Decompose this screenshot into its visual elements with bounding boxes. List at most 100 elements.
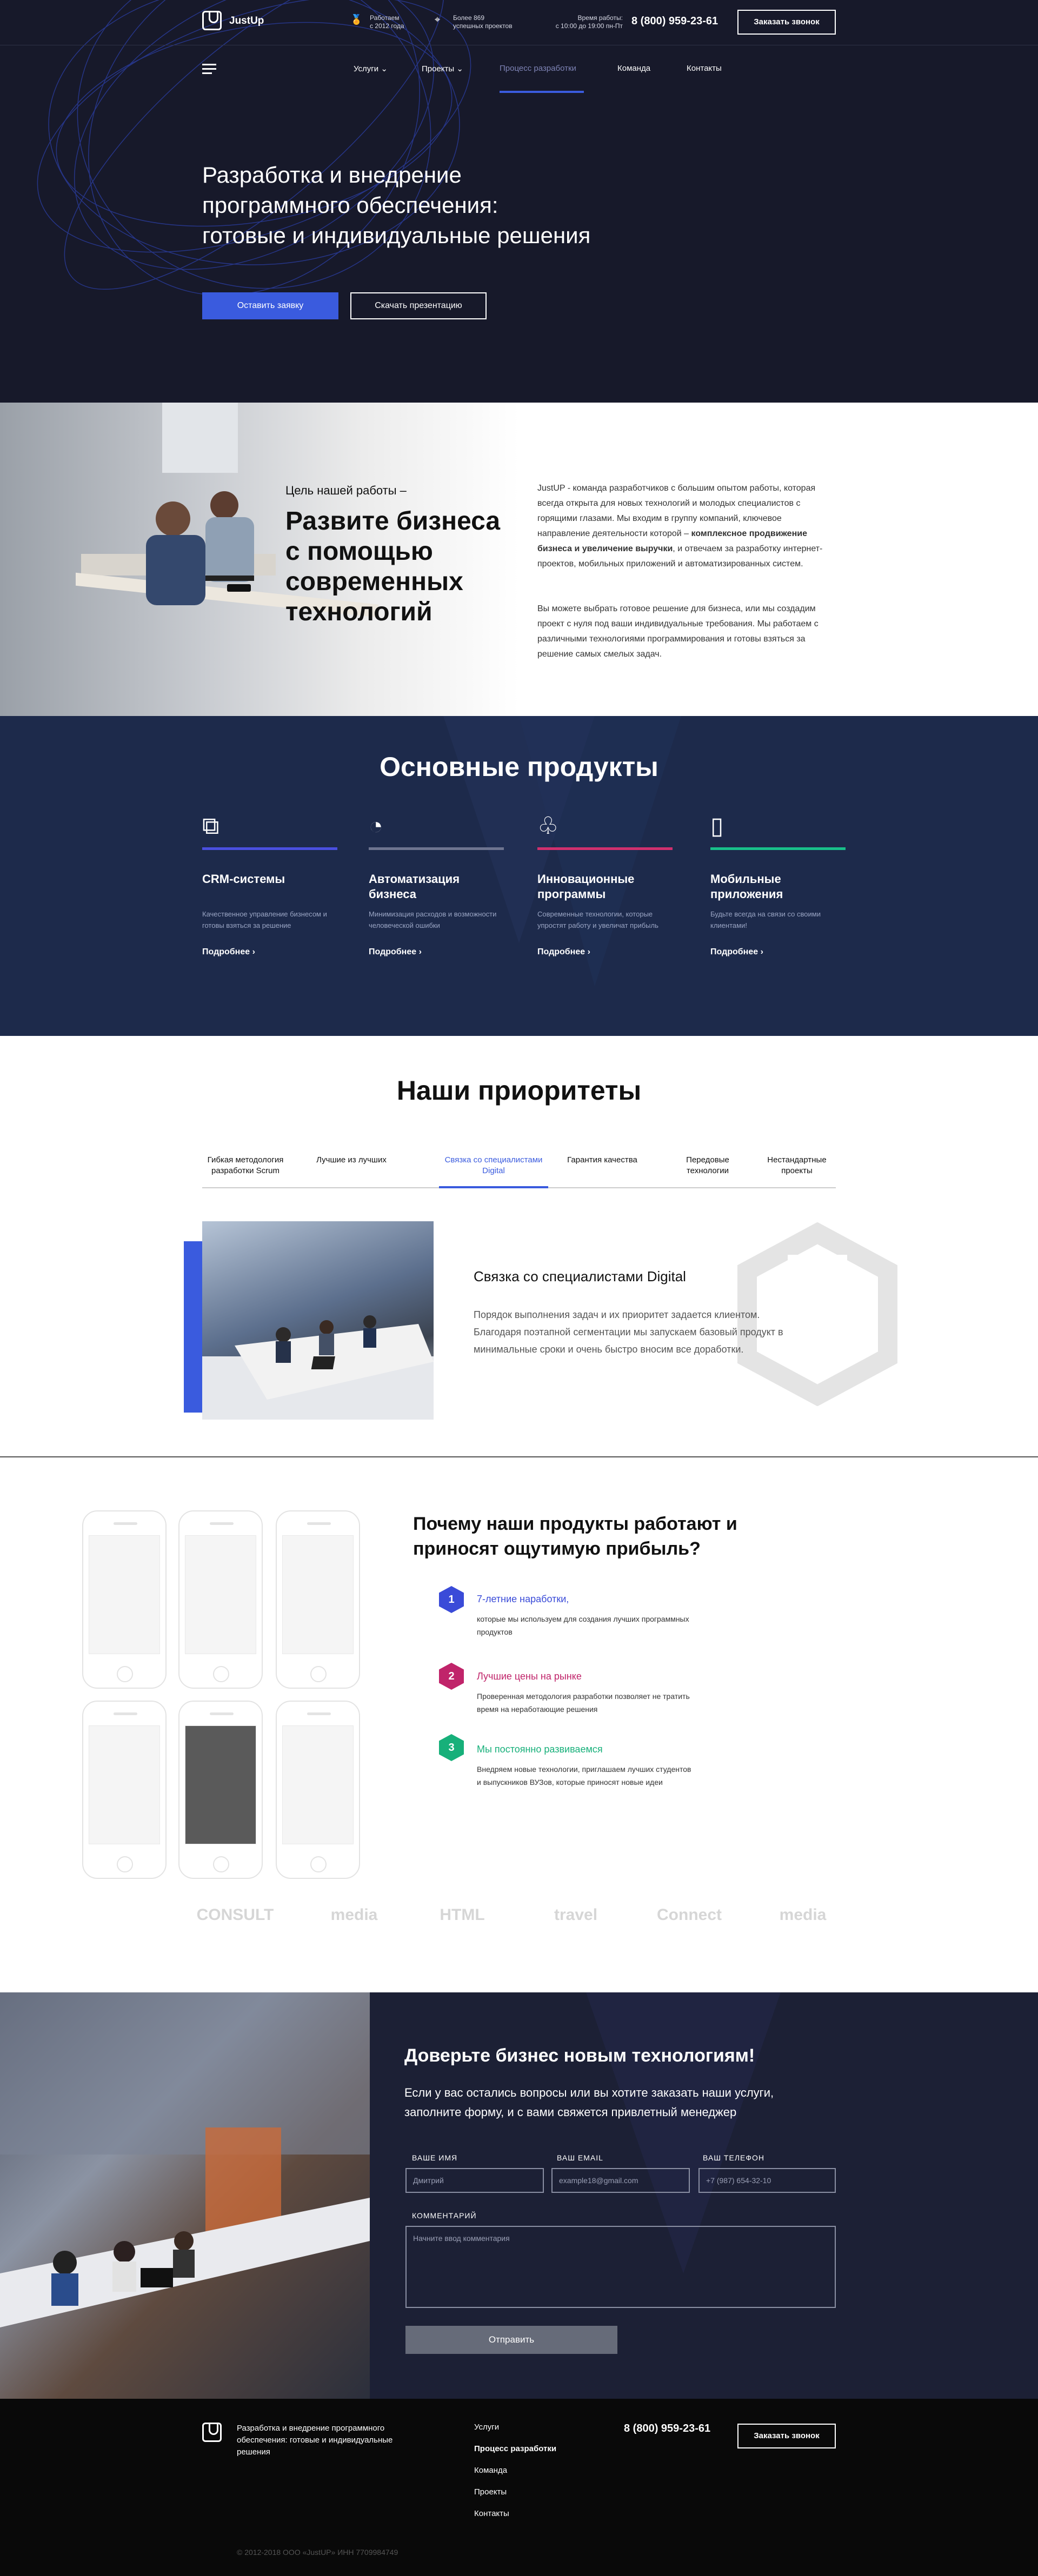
phone-input[interactable]: +7 (987) 654-32-10: [698, 2168, 836, 2193]
why-item-title: Мы постоянно развиваемся: [477, 1744, 603, 1755]
hours-line1: Время работы:: [577, 14, 623, 22]
info-projects-line2: успешных проектов: [453, 22, 513, 30]
product-more-label: Подробнее: [537, 947, 585, 956]
phone-label: ВАШ ТЕЛЕФОН: [703, 2153, 764, 2162]
partner-logo-media-2: media: [779, 1906, 827, 1924]
puzzle-icon: ⧉: [202, 813, 219, 839]
tab-digital[interactable]: Связка со специалистами Digital: [439, 1155, 548, 1188]
priorities-section: Наши приоритеты Гибкая методология разра…: [0, 1036, 1038, 1457]
product-title: Мобильные приложения: [710, 872, 783, 901]
hero-title-line2: программного обеспечения:: [202, 192, 498, 218]
phone-wireframe: [82, 1701, 167, 1879]
product-title: CRM-системы: [202, 872, 285, 886]
award-icon: 🏅: [350, 14, 363, 25]
tab-quality[interactable]: Гарантия качества: [559, 1155, 646, 1188]
footer: Разработка и внедрение программного обес…: [0, 2399, 1038, 2576]
nav-item-services[interactable]: Услуги ⌄: [354, 64, 388, 73]
footer-link-process[interactable]: Процесс разработки: [474, 2444, 556, 2453]
footer-description: Разработка и внедрение программного обес…: [237, 2424, 393, 2457]
phone-wireframe: [178, 1510, 263, 1689]
contact-section: Доверьте бизнес новым технологиям! Если …: [0, 1992, 1038, 2399]
nav-item-contacts[interactable]: Контакты: [687, 64, 722, 73]
hours-line2: с 10:00 до 19:00 пн-Пт: [555, 22, 623, 30]
product-card-crm[interactable]: ⧉ CRM-системы Качественное управление би…: [202, 811, 337, 957]
footer-link-contacts[interactable]: Контакты: [474, 2509, 509, 2518]
menu-burger-icon[interactable]: [202, 64, 216, 77]
name-input[interactable]: Дмитрий: [405, 2168, 544, 2193]
step-number-badge: 1: [439, 1586, 464, 1613]
goal-big-title: Развите бизнеса с помощью современных те…: [285, 507, 501, 626]
chevron-right-icon: ›: [587, 947, 590, 956]
hero-title-line3: готовые и индивидуальные решения: [202, 223, 591, 248]
goal-section: Цель нашей работы – Развите бизнеса с по…: [0, 403, 1038, 716]
footer-phone-link[interactable]: 8 (800) 959-23-61: [624, 2423, 710, 2435]
step-number-badge: 2: [439, 1663, 464, 1690]
header-info-years: Работаем с 2012 года: [370, 14, 404, 30]
team-office-photo: [202, 1221, 434, 1420]
logo-text: JustUp: [229, 15, 264, 26]
header-info-projects: Более 869 успешных проектов: [453, 14, 513, 30]
product-more-link[interactable]: Подробнее ›: [202, 947, 337, 957]
leave-request-button[interactable]: Оставить заявку: [202, 292, 338, 319]
product-card-mobile[interactable]: ▯ Мобильные приложения Будьте всегда на …: [710, 811, 846, 957]
product-title: Автоматизация бизнеса: [369, 872, 460, 901]
email-label: ВАШ EMAIL: [557, 2153, 603, 2162]
product-accent-line: [369, 847, 504, 850]
hero-title-line1: Разработка и внедрение: [202, 162, 462, 188]
nav-item-team[interactable]: Команда: [617, 64, 650, 73]
comment-textarea[interactable]: Начните ввод комментария: [405, 2226, 836, 2308]
contact-subtitle: Если у вас остались вопросы или вы хотит…: [404, 2086, 774, 2119]
location-pin-icon: ⌖: [435, 14, 441, 25]
footer-logo[interactable]: [202, 2423, 222, 2445]
logo[interactable]: JustUp: [202, 11, 264, 33]
product-more-link[interactable]: Подробнее ›: [710, 947, 846, 957]
submit-button[interactable]: Отправить: [405, 2326, 617, 2354]
team-office-illustration: [202, 1315, 434, 1420]
product-accent-line: [710, 847, 846, 850]
logo-icon: [202, 11, 222, 30]
why-title: Почему наши продукты работают и приносят…: [413, 1514, 737, 1559]
gauge-icon: ◔: [369, 813, 383, 839]
product-more-link[interactable]: Подробнее ›: [537, 947, 673, 957]
email-input[interactable]: example18@gmail.com: [551, 2168, 690, 2193]
tab-technologies[interactable]: Передовые технологии: [673, 1155, 743, 1188]
goal-small-title: Цель нашей работы –: [285, 484, 407, 497]
why-item-desc: которые мы используем для создания лучши…: [477, 1615, 689, 1636]
product-more-link[interactable]: Подробнее ›: [369, 947, 504, 957]
download-presentation-button[interactable]: Скачать презентацию: [350, 292, 487, 319]
name-label: ВАШЕ ИМЯ: [412, 2153, 458, 2162]
tab-scrum[interactable]: Гибкая методология разработки Scrum: [202, 1155, 289, 1188]
footer-link-projects[interactable]: Проекты: [474, 2487, 507, 2497]
nav-item-process[interactable]: Процесс разработки: [500, 64, 576, 73]
partner-logo-travel: travel: [554, 1906, 598, 1924]
product-desc: Будьте всегда на связи со своими клиента…: [710, 910, 821, 929]
product-card-automation[interactable]: ◔ Автоматизация бизнеса Минимизация расх…: [369, 811, 504, 957]
tab-best[interactable]: Лучшие из лучших: [308, 1155, 395, 1188]
why-item-title: 7-летние наработки,: [477, 1594, 569, 1604]
product-desc: Современные технологии, которые упростят…: [537, 910, 658, 929]
partner-logo-consult: CONSULT: [196, 1906, 274, 1924]
footer-link-team[interactable]: Команда: [474, 2466, 507, 2475]
product-accent-line: [537, 847, 673, 850]
footer-link-services[interactable]: Услуги: [474, 2423, 499, 2432]
footer-callback-button[interactable]: Заказать звонок: [737, 2424, 836, 2448]
product-title: Инновационные программы: [537, 872, 635, 901]
info-projects-line1: Более 869: [453, 14, 484, 22]
nav-item-projects[interactable]: Проекты ⌄: [422, 64, 463, 73]
chevron-down-icon: ⌄: [381, 64, 388, 73]
why-item-desc: Внедряем новые технологии, приглашаем лу…: [477, 1765, 691, 1787]
chevron-right-icon: ›: [252, 947, 255, 956]
tab-nonstandard[interactable]: Нестандартные проекты: [759, 1155, 835, 1188]
mobile-gear-icon: ▯: [710, 813, 724, 839]
product-more-label: Подробнее: [202, 947, 250, 956]
copyright: © 2012-2018 ООО «JustUP» ИНН 7709984749: [237, 2548, 398, 2557]
header-phone-link[interactable]: 8 (800) 959-23-61: [631, 15, 718, 28]
top-bar: JustUp 🏅 Работаем с 2012 года ⌖ Более 86…: [0, 0, 1038, 45]
contact-title: Доверьте бизнес новым технологиям!: [404, 2045, 755, 2066]
step-number-badge: 3: [439, 1734, 464, 1761]
product-card-innovation[interactable]: ♧ Инновационные программы Современные те…: [537, 811, 673, 957]
partner-logo-media: media: [330, 1906, 378, 1924]
nav-active-underline: [500, 91, 584, 93]
coworking-illustration: [0, 1992, 370, 2327]
header-callback-button[interactable]: Заказать звонок: [737, 10, 836, 35]
